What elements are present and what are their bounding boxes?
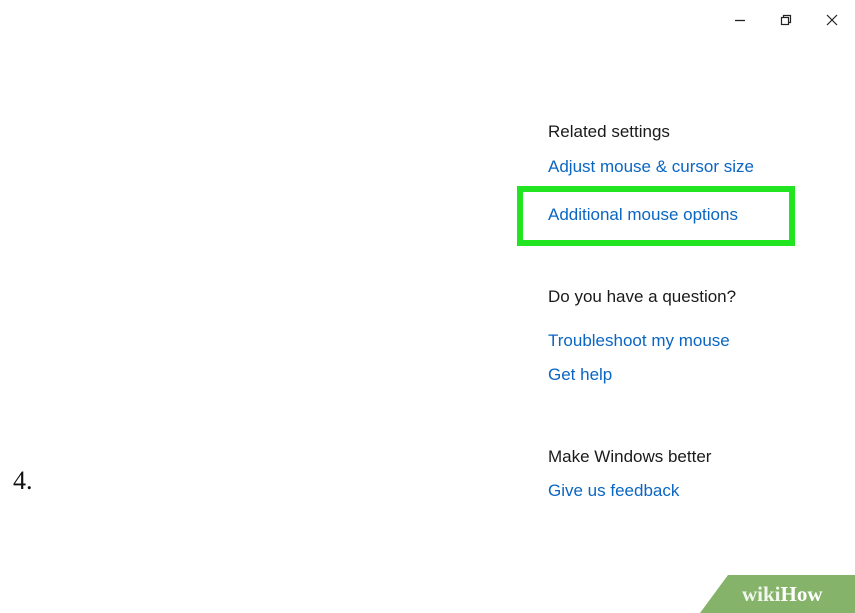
troubleshoot-mouse-link[interactable]: Troubleshoot my mouse — [548, 331, 730, 351]
minimize-icon — [734, 14, 746, 26]
watermark-wiki-text: wiki — [742, 581, 781, 606]
get-help-link[interactable]: Get help — [548, 365, 612, 385]
close-button[interactable] — [809, 0, 855, 40]
step-number: 4. — [13, 466, 33, 495]
adjust-mouse-cursor-size-link[interactable]: Adjust mouse & cursor size — [548, 157, 754, 177]
minimize-button[interactable] — [717, 0, 763, 40]
make-windows-better-heading: Make Windows better — [548, 447, 712, 466]
wikihow-watermark: wiki How — [700, 575, 855, 613]
give-feedback-link[interactable]: Give us feedback — [548, 481, 679, 501]
close-icon — [826, 14, 838, 26]
window-controls — [717, 0, 855, 40]
watermark-how-text: How — [780, 581, 823, 606]
restore-button[interactable] — [763, 0, 809, 40]
restore-icon — [780, 14, 792, 26]
related-settings-heading: Related settings — [548, 122, 670, 141]
question-heading: Do you have a question? — [548, 287, 737, 306]
additional-mouse-options-link[interactable]: Additional mouse options — [548, 205, 738, 225]
